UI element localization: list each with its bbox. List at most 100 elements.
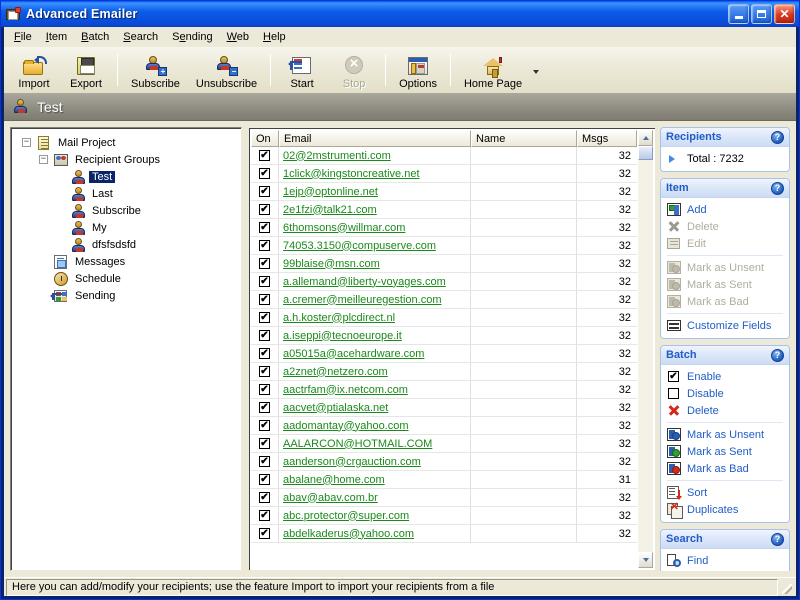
- menu-sending[interactable]: Sending: [165, 29, 219, 45]
- tree-node-my[interactable]: My: [15, 219, 237, 236]
- menu-file[interactable]: File: [7, 29, 39, 45]
- table-row[interactable]: ✔ a.iseppi@tecnoeurope.it 32: [251, 327, 637, 345]
- batch-mark-bad-action[interactable]: Mark as Bad: [665, 460, 785, 477]
- row-email-cell[interactable]: 1click@kingstoncreative.net: [279, 165, 471, 183]
- checkbox-checked-icon[interactable]: ✔: [259, 258, 270, 269]
- column-header-name[interactable]: Name: [471, 130, 577, 147]
- column-header-on[interactable]: On: [251, 130, 279, 147]
- row-name-cell[interactable]: [471, 147, 577, 165]
- table-row[interactable]: ✔ aactrfam@ix.netcom.com 32: [251, 381, 637, 399]
- email-link[interactable]: abc.protector@super.com: [283, 510, 409, 522]
- row-email-cell[interactable]: a.allemand@liberty-voyages.com: [279, 273, 471, 291]
- item-customize-fields-action[interactable]: Customize Fields: [665, 317, 785, 334]
- row-enabled-cell[interactable]: ✔: [251, 201, 279, 219]
- row-name-cell[interactable]: [471, 327, 577, 345]
- email-link[interactable]: aactrfam@ix.netcom.com: [283, 384, 408, 396]
- row-name-cell[interactable]: [471, 237, 577, 255]
- panel-header[interactable]: Item ?: [661, 179, 789, 198]
- checkbox-checked-icon[interactable]: ✔: [259, 420, 270, 431]
- row-name-cell[interactable]: [471, 201, 577, 219]
- table-row[interactable]: ✔ 1ejp@optonline.net 32: [251, 183, 637, 201]
- row-enabled-cell[interactable]: ✔: [251, 345, 279, 363]
- row-enabled-cell[interactable]: ✔: [251, 183, 279, 201]
- table-row[interactable]: ✔ aanderson@crgauction.com 32: [251, 453, 637, 471]
- row-email-cell[interactable]: 6thomsons@willmar.com: [279, 219, 471, 237]
- table-row[interactable]: ✔ abav@abav.com.br 32: [251, 489, 637, 507]
- row-email-cell[interactable]: abav@abav.com.br: [279, 489, 471, 507]
- row-name-cell[interactable]: [471, 525, 577, 543]
- table-row[interactable]: ✔ a.allemand@liberty-voyages.com 32: [251, 273, 637, 291]
- checkbox-checked-icon[interactable]: ✔: [259, 474, 270, 485]
- table-row[interactable]: ✔ a05015a@acehardware.com 32: [251, 345, 637, 363]
- table-row[interactable]: ✔ AALARCON@HOTMAIL.COM 32: [251, 435, 637, 453]
- email-link[interactable]: 74053.3150@compuserve.com: [283, 240, 436, 252]
- batch-mark-unsent-action[interactable]: Mark as Unsent: [665, 426, 785, 443]
- checkbox-checked-icon[interactable]: ✔: [259, 456, 270, 467]
- row-name-cell[interactable]: [471, 381, 577, 399]
- row-enabled-cell[interactable]: ✔: [251, 453, 279, 471]
- checkbox-checked-icon[interactable]: ✔: [259, 204, 270, 215]
- row-email-cell[interactable]: 99blaise@msn.com: [279, 255, 471, 273]
- row-enabled-cell[interactable]: ✔: [251, 165, 279, 183]
- row-enabled-cell[interactable]: ✔: [251, 525, 279, 543]
- checkbox-checked-icon[interactable]: ✔: [259, 384, 270, 395]
- batch-disable-action[interactable]: Disable: [665, 385, 785, 402]
- maximize-button[interactable]: [751, 4, 772, 24]
- help-icon[interactable]: ?: [771, 532, 784, 546]
- row-email-cell[interactable]: a.iseppi@tecnoeurope.it: [279, 327, 471, 345]
- tree-node-subscribe[interactable]: Subscribe: [15, 202, 237, 219]
- row-name-cell[interactable]: [471, 363, 577, 381]
- help-icon[interactable]: ?: [771, 348, 784, 362]
- row-name-cell[interactable]: [471, 417, 577, 435]
- tree-node-dfsfsdsfd[interactable]: dfsfsdsfd: [15, 236, 237, 253]
- row-email-cell[interactable]: abdelkaderus@yahoo.com: [279, 525, 471, 543]
- table-row[interactable]: ✔ 74053.3150@compuserve.com 32: [251, 237, 637, 255]
- email-link[interactable]: AALARCON@HOTMAIL.COM: [283, 438, 432, 450]
- tree-node-test[interactable]: Test: [15, 168, 237, 185]
- row-enabled-cell[interactable]: ✔: [251, 273, 279, 291]
- row-name-cell[interactable]: [471, 453, 577, 471]
- email-link[interactable]: aacvet@ptialaska.net: [283, 402, 388, 414]
- tree-node-schedule[interactable]: Schedule: [15, 270, 237, 287]
- row-enabled-cell[interactable]: ✔: [251, 327, 279, 345]
- table-row[interactable]: ✔ 2e1fzi@talk21.com 32: [251, 201, 637, 219]
- row-email-cell[interactable]: AALARCON@HOTMAIL.COM: [279, 435, 471, 453]
- checkbox-checked-icon[interactable]: ✔: [259, 510, 270, 521]
- title-bar[interactable]: Advanced Emailer ✕: [1, 1, 799, 27]
- project-tree[interactable]: − Mail Project − Recipient Groups Test L…: [10, 127, 242, 571]
- email-link[interactable]: 2e1fzi@talk21.com: [283, 204, 377, 216]
- row-email-cell[interactable]: a05015a@acehardware.com: [279, 345, 471, 363]
- row-email-cell[interactable]: a.h.koster@plcdirect.nl: [279, 309, 471, 327]
- panel-header[interactable]: Batch ?: [661, 346, 789, 365]
- minimize-button[interactable]: [728, 4, 749, 24]
- row-email-cell[interactable]: abalane@home.com: [279, 471, 471, 489]
- menu-batch[interactable]: Batch: [74, 29, 116, 45]
- row-email-cell[interactable]: a.cremer@meilleuregestion.com: [279, 291, 471, 309]
- checkbox-checked-icon[interactable]: ✔: [259, 366, 270, 377]
- toolbar-button-start[interactable]: Start: [276, 49, 328, 92]
- row-enabled-cell[interactable]: ✔: [251, 237, 279, 255]
- checkbox-checked-icon[interactable]: ✔: [259, 312, 270, 323]
- column-header-msgs[interactable]: Msgs: [577, 130, 637, 147]
- row-name-cell[interactable]: [471, 435, 577, 453]
- row-enabled-cell[interactable]: ✔: [251, 417, 279, 435]
- row-email-cell[interactable]: a2znet@netzero.com: [279, 363, 471, 381]
- table-row[interactable]: ✔ aacvet@ptialaska.net 32: [251, 399, 637, 417]
- checkbox-checked-icon[interactable]: ✔: [259, 438, 270, 449]
- table-row[interactable]: ✔ abalane@home.com 31: [251, 471, 637, 489]
- item-add-action[interactable]: Add: [665, 201, 785, 218]
- email-link[interactable]: aanderson@crgauction.com: [283, 456, 421, 468]
- column-header-email[interactable]: Email: [279, 130, 471, 147]
- row-email-cell[interactable]: 2e1fzi@talk21.com: [279, 201, 471, 219]
- email-link[interactable]: aadomantay@yahoo.com: [283, 420, 409, 432]
- row-name-cell[interactable]: [471, 165, 577, 183]
- email-link[interactable]: 99blaise@msn.com: [283, 258, 380, 270]
- checkbox-checked-icon[interactable]: ✔: [259, 186, 270, 197]
- menu-help[interactable]: Help: [256, 29, 293, 45]
- toolbar-button-subscribe[interactable]: + Subscribe: [123, 49, 188, 92]
- scroll-up-icon[interactable]: [638, 130, 653, 146]
- row-name-cell[interactable]: [471, 345, 577, 363]
- collapse-icon[interactable]: −: [39, 155, 48, 164]
- app-icon[interactable]: [5, 6, 21, 22]
- email-link[interactable]: a.cremer@meilleuregestion.com: [283, 294, 442, 306]
